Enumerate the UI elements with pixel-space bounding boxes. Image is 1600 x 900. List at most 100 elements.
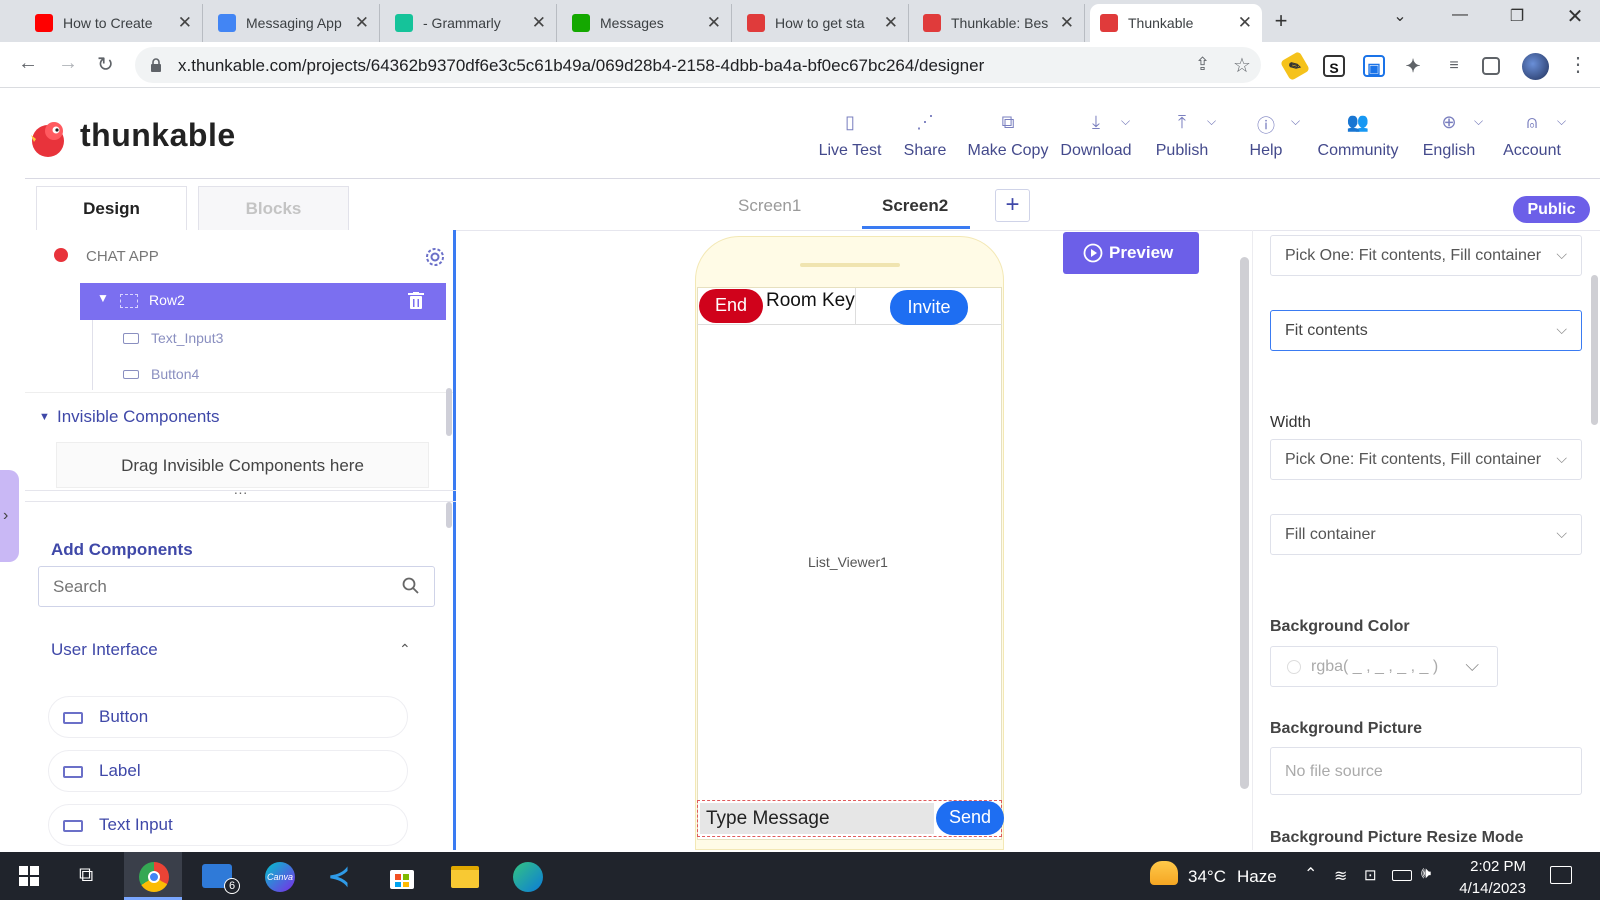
close-tab-icon[interactable]: ✕ <box>1060 13 1074 33</box>
vscode-icon[interactable]: ≺ <box>328 862 356 890</box>
minimize-button[interactable]: — <box>1440 6 1480 24</box>
canvas-scrollbar[interactable] <box>1240 257 1249 789</box>
chevron-up-icon[interactable]: ⌃ <box>399 641 411 658</box>
share-page-icon[interactable]: ⇪ <box>1195 54 1210 75</box>
scrollbar-thumb[interactable] <box>446 388 452 436</box>
tab-design[interactable]: Design <box>36 186 187 230</box>
trash-icon[interactable] <box>408 292 424 310</box>
windows-start-icon[interactable] <box>19 866 39 886</box>
tab-title: Messages <box>600 15 664 31</box>
browser-tab[interactable]: Thunkable: Bes ✕ <box>913 4 1085 42</box>
message-input[interactable]: Type Message <box>700 803 934 834</box>
browser-tab[interactable]: Messages ✕ <box>562 4 732 42</box>
component-icon <box>63 820 83 832</box>
close-tab-icon[interactable]: ✕ <box>884 13 898 33</box>
reload-icon[interactable]: ↻ <box>97 52 114 77</box>
task-view-icon[interactable]: ⧉ <box>79 864 93 887</box>
select-value: Fill container <box>1285 526 1376 543</box>
properties-scrollbar[interactable] <box>1591 275 1598 425</box>
side-drawer-toggle[interactable]: › <box>0 470 19 562</box>
extensions-puzzle-icon[interactable]: ✦ <box>1402 55 1424 77</box>
close-tab-icon[interactable]: ✕ <box>707 13 721 33</box>
close-tab-icon[interactable]: ✕ <box>178 13 192 33</box>
header-nav-label: Account <box>1503 142 1561 159</box>
height-mode-select[interactable]: Pick One: Fit contents, Fill container ⌵ <box>1270 235 1582 276</box>
edge-icon[interactable] <box>513 862 543 892</box>
header-nav-item[interactable]: ⍝ ⌵ Account <box>1477 112 1587 160</box>
tree-item-button4[interactable]: Button4 <box>151 366 199 382</box>
microsoft-store-icon[interactable] <box>389 864 415 890</box>
component-item[interactable]: Text Input <box>48 804 408 846</box>
panel-resize-handle[interactable]: ··· <box>25 485 456 502</box>
width-value-select[interactable]: Fill container ⌵ <box>1270 514 1582 555</box>
invisible-components-title[interactable]: Invisible Components <box>57 407 220 427</box>
side-panel-icon[interactable] <box>1482 57 1500 75</box>
browser-menu-icon[interactable]: ⋮ <box>1568 52 1588 77</box>
tree-item-row2[interactable]: ▼ Row2 <box>80 283 446 320</box>
tab-screen2[interactable]: Screen2 <box>882 196 948 216</box>
canva-icon[interactable]: Canva <box>265 862 295 892</box>
browser-tab[interactable]: How to Create ✕ <box>25 4 203 42</box>
invite-button[interactable]: Invite <box>890 290 968 325</box>
user-interface-section[interactable]: User Interface <box>51 640 158 660</box>
room-key-label[interactable]: Room Key <box>766 290 855 312</box>
chrome-icon[interactable] <box>139 862 169 892</box>
profile-avatar[interactable] <box>1522 53 1549 80</box>
scrollbar-thumb[interactable] <box>446 502 452 528</box>
tab-screen1[interactable]: Screen1 <box>738 196 801 216</box>
browser-tab[interactable]: How to get sta ✕ <box>737 4 909 42</box>
collapse-caret-icon[interactable]: ▼ <box>97 291 109 305</box>
expand-caret-icon[interactable]: ▼ <box>39 411 50 423</box>
network-icon[interactable]: ⊡ <box>1364 866 1377 884</box>
bookmark-star-icon[interactable]: ☆ <box>1233 53 1251 78</box>
end-button[interactable]: End <box>699 289 763 323</box>
wifi-icon[interactable]: ≋ <box>1334 866 1347 886</box>
browser-tab[interactable]: Messaging App ✕ <box>208 4 380 42</box>
component-item[interactable]: Label <box>48 750 408 792</box>
invisible-drop-zone[interactable]: Drag Invisible Components here <box>56 442 429 488</box>
volume-icon[interactable]: 🕪 <box>1421 865 1431 883</box>
forward-icon[interactable]: → <box>58 52 78 75</box>
preview-button[interactable]: Preview <box>1063 232 1199 274</box>
browser-tab[interactable]: - Grammarly ✕ <box>385 4 557 42</box>
background-color-picker[interactable]: rgba( _ , _ , _ , _ ) ⌵ <box>1270 646 1498 687</box>
back-icon[interactable]: ← <box>18 52 38 75</box>
battery-icon[interactable] <box>1392 870 1412 881</box>
extension-s-icon[interactable]: S <box>1323 55 1345 77</box>
tray-chevron-up-icon[interactable]: ⌃ <box>1304 864 1317 884</box>
width-mode-select[interactable]: Pick One: Fit contents, Fill container ⌵ <box>1270 439 1582 480</box>
height-value-select[interactable]: Fit contents ⌵ <box>1270 310 1582 351</box>
tab-search-icon[interactable]: ⌄ <box>1380 6 1420 26</box>
notifications-icon[interactable] <box>1550 866 1572 884</box>
tree-item-text-input3[interactable]: Text_Input3 <box>151 330 223 346</box>
close-window-button[interactable]: ✕ <box>1555 4 1595 29</box>
clock-date[interactable]: 4/14/2023 <box>1451 880 1526 897</box>
close-tab-icon[interactable]: ✕ <box>1238 13 1252 33</box>
add-screen-button[interactable]: + <box>995 189 1030 222</box>
address-bar[interactable]: x.thunkable.com/projects/64362b9370df6e3… <box>135 47 1261 83</box>
component-item[interactable]: Button <box>48 696 408 738</box>
screenshot-extension-icon[interactable]: ▣ <box>1363 55 1385 77</box>
weather-temp[interactable]: 34°C <box>1188 867 1226 887</box>
divider <box>25 178 1600 179</box>
file-explorer-icon[interactable] <box>451 866 479 888</box>
component-label: Text Input <box>99 815 173 834</box>
user-icon: ⍝ ⌵ <box>1526 112 1567 132</box>
search-icon[interactable] <box>402 577 420 595</box>
background-resize-label: Background Picture Resize Mode <box>1270 829 1524 846</box>
clock-time[interactable]: 2:02 PM <box>1466 858 1526 875</box>
send-button[interactable]: Send <box>936 801 1004 835</box>
reading-list-icon[interactable]: ≡ <box>1443 55 1465 77</box>
background-picture-input[interactable]: No file source <box>1270 747 1582 795</box>
weather-desc[interactable]: Haze <box>1237 867 1277 887</box>
restore-button[interactable]: ❐ <box>1497 6 1537 26</box>
close-tab-icon[interactable]: ✕ <box>355 13 369 33</box>
settings-gear-icon[interactable] <box>424 246 446 268</box>
component-search-input[interactable] <box>38 566 435 607</box>
public-badge[interactable]: Public <box>1513 196 1590 223</box>
list-viewer[interactable]: List_Viewer1 <box>808 554 888 570</box>
close-tab-icon[interactable]: ✕ <box>532 13 546 33</box>
new-tab-button[interactable]: + <box>1267 8 1295 36</box>
browser-tab[interactable]: Thunkable ✕ <box>1090 4 1262 42</box>
tab-blocks[interactable]: Blocks <box>198 186 349 230</box>
